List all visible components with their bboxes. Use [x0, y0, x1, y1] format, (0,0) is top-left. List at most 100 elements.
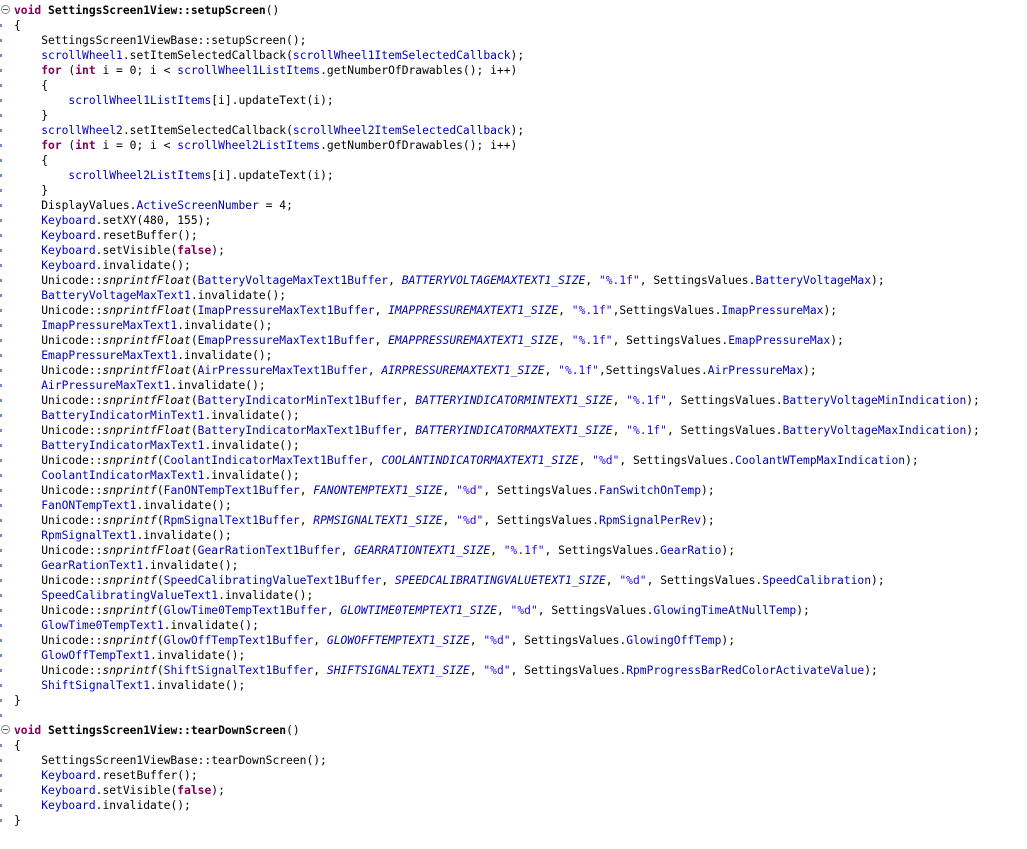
code-token: int	[75, 139, 96, 152]
line-marker-icon	[0, 714, 2, 717]
code-line[interactable]: ImapPressureMaxText1.invalidate();	[0, 318, 1027, 333]
code-line[interactable]: GlowOffTempText1.invalidate();	[0, 648, 1027, 663]
code-line[interactable]: GlowTime0TempText1.invalidate();	[0, 618, 1027, 633]
code-token: "%d"	[483, 634, 511, 647]
code-text: Unicode::snprintfFloat(GearRationText1Bu…	[14, 543, 735, 558]
code-token: );	[510, 124, 525, 137]
code-line[interactable]: BatteryVoltageMaxText1.invalidate();	[0, 288, 1027, 303]
code-line[interactable]: Unicode::snprintf(ShiftSignalText1Buffer…	[0, 663, 1027, 678]
code-token: SettingsScreen1ViewBase::setupScreen();	[14, 34, 307, 47]
code-line[interactable]: void SettingsScreen1View::setupScreen()	[0, 3, 1027, 18]
code-token: , SettingsValues.	[510, 634, 627, 647]
code-line[interactable]: {	[0, 738, 1027, 753]
code-line[interactable]: ShiftSignalText1.invalidate();	[0, 678, 1027, 693]
code-line[interactable]: Unicode::snprintfFloat(BatteryIndicatorM…	[0, 423, 1027, 438]
code-line[interactable]: BatteryIndicatorMaxText1.invalidate();	[0, 438, 1027, 453]
line-marker-icon	[0, 99, 2, 102]
code-line[interactable]: scrollWheel1.setItemSelectedCallback(scr…	[0, 48, 1027, 63]
code-line[interactable]: Keyboard.invalidate();	[0, 258, 1027, 273]
code-token: snprintf	[102, 454, 157, 467]
line-marker-icon	[0, 759, 2, 762]
code-line[interactable]: Unicode::snprintfFloat(GearRationText1Bu…	[0, 543, 1027, 558]
code-line[interactable]: Unicode::snprintf(FanONTempText1Buffer , …	[0, 483, 1027, 498]
code-line[interactable]: Unicode::snprintfFloat(AirPressureMaxTex…	[0, 363, 1027, 378]
code-line[interactable]: void SettingsScreen1View::tearDownScreen…	[0, 723, 1027, 738]
code-line[interactable]: {	[0, 78, 1027, 93]
line-marker-icon	[0, 279, 2, 282]
code-line[interactable]: Unicode::snprintf(GlowOffTempText1Buffer…	[0, 633, 1027, 648]
code-token: );	[211, 784, 225, 797]
code-line[interactable]: Keyboard.resetBuffer();	[0, 228, 1027, 243]
line-marker-icon	[0, 654, 2, 657]
code-line[interactable]: DisplayValues.ActiveScreenNumber = 4;	[0, 198, 1027, 213]
code-line[interactable]: for (int i = 0; i < scrollWheel2ListItem…	[0, 138, 1027, 153]
code-line[interactable]: CoolantIndicatorMaxText1.invalidate();	[0, 468, 1027, 483]
code-token: );	[211, 244, 225, 257]
code-line[interactable]: for (int i = 0; i < scrollWheel1ListItem…	[0, 63, 1027, 78]
fold-toggle-icon[interactable]	[1, 5, 10, 14]
line-marker-icon	[0, 534, 2, 537]
code-token: Unicode::	[14, 634, 103, 647]
line-marker-icon	[0, 324, 2, 327]
code-token: EmapPressureMax	[728, 334, 831, 347]
code-token: scrollWheel1ListItems	[68, 94, 212, 107]
code-line[interactable]: Unicode::snprintf(SpeedCalibratingValueT…	[0, 573, 1027, 588]
code-token: scrollWheel1ListItems	[177, 64, 321, 77]
code-token: scrollWheel2ItemSelectedCallback	[292, 124, 511, 137]
code-line[interactable]: scrollWheel2.setItemSelectedCallback(scr…	[0, 123, 1027, 138]
code-token: .invalidate();	[150, 649, 246, 662]
code-token: , SettingsValues.	[619, 454, 736, 467]
code-line[interactable]: {	[0, 18, 1027, 33]
code-line[interactable]: Keyboard.setXY(480, 155);	[0, 213, 1027, 228]
code-line[interactable]: scrollWheel2ListItems[i].updateText(i);	[0, 168, 1027, 183]
code-line[interactable]: Unicode::snprintf(CoolantIndicatorMaxTex…	[0, 453, 1027, 468]
code-line[interactable]: }	[0, 108, 1027, 123]
code-line[interactable]: BatteryIndicatorMinText1.invalidate();	[0, 408, 1027, 423]
code-line[interactable]	[0, 708, 1027, 723]
fold-toggle-icon[interactable]	[1, 725, 10, 734]
code-line[interactable]: RpmSignalText1.invalidate();	[0, 528, 1027, 543]
code-line[interactable]: SettingsScreen1ViewBase::tearDownScreen(…	[0, 753, 1027, 768]
code-token: false	[177, 244, 212, 257]
code-line[interactable]: Unicode::snprintfFloat(BatteryIndicatorM…	[0, 393, 1027, 408]
code-token: BatteryVoltageMaxText1	[41, 289, 191, 302]
code-token: , SettingsValues.	[639, 274, 756, 287]
code-line[interactable]: Unicode::snprintfFloat(BatteryVoltageMax…	[0, 273, 1027, 288]
code-line[interactable]: Unicode::snprintfFloat(ImapPressureMaxTe…	[0, 303, 1027, 318]
code-line[interactable]: SpeedCalibratingValueText1.invalidate();	[0, 588, 1027, 603]
code-token: "%d"	[592, 454, 620, 467]
code-line[interactable]: FanONTempText1.invalidate();	[0, 498, 1027, 513]
code-line[interactable]: }	[0, 693, 1027, 708]
code-line[interactable]: {	[0, 153, 1027, 168]
code-token: ,	[490, 544, 504, 557]
code-editor[interactable]: void SettingsScreen1View::setupScreen(){…	[0, 0, 1027, 849]
code-token: .invalidate();	[136, 529, 232, 542]
code-line[interactable]: GearRationText1.invalidate();	[0, 558, 1027, 573]
code-token: scrollWheel2ListItems	[68, 169, 212, 182]
code-line[interactable]: AirPressureMaxText1.invalidate();	[0, 378, 1027, 393]
code-text: FanONTempText1.invalidate();	[14, 498, 231, 513]
code-line[interactable]: scrollWheel1ListItems[i].updateText(i);	[0, 93, 1027, 108]
code-line[interactable]: Unicode::snprintf(GlowTime0TempText1Buff…	[0, 603, 1027, 618]
code-line[interactable]: Unicode::snprintf(RpmSignalText1Buffer , …	[0, 513, 1027, 528]
code-line[interactable]: }	[0, 183, 1027, 198]
code-token: CoolantIndicatorMaxText1	[41, 469, 205, 482]
code-token: );	[966, 424, 980, 437]
code-text: DisplayValues.ActiveScreenNumber = 4;	[14, 198, 293, 213]
code-line[interactable]: Unicode::snprintfFloat(EmapPressureMaxTe…	[0, 333, 1027, 348]
code-text: scrollWheel2.setItemSelectedCallback(scr…	[14, 123, 524, 138]
code-line[interactable]: }	[0, 813, 1027, 828]
code-line[interactable]: SettingsScreen1ViewBase::setupScreen();	[0, 33, 1027, 48]
code-text: Keyboard.setVisible(false);	[14, 783, 225, 798]
code-token: (	[190, 334, 198, 347]
code-line[interactable]: Keyboard.setVisible(false);	[0, 243, 1027, 258]
code-token: GlowOffTempText1	[41, 649, 151, 662]
line-marker-icon	[0, 189, 2, 192]
code-token: (	[156, 454, 164, 467]
code-line[interactable]: Keyboard.setVisible(false);	[0, 783, 1027, 798]
code-line[interactable]: EmapPressureMaxText1.invalidate();	[0, 348, 1027, 363]
code-line[interactable]: Keyboard.resetBuffer();	[0, 768, 1027, 783]
code-line[interactable]: Keyboard.invalidate();	[0, 798, 1027, 813]
